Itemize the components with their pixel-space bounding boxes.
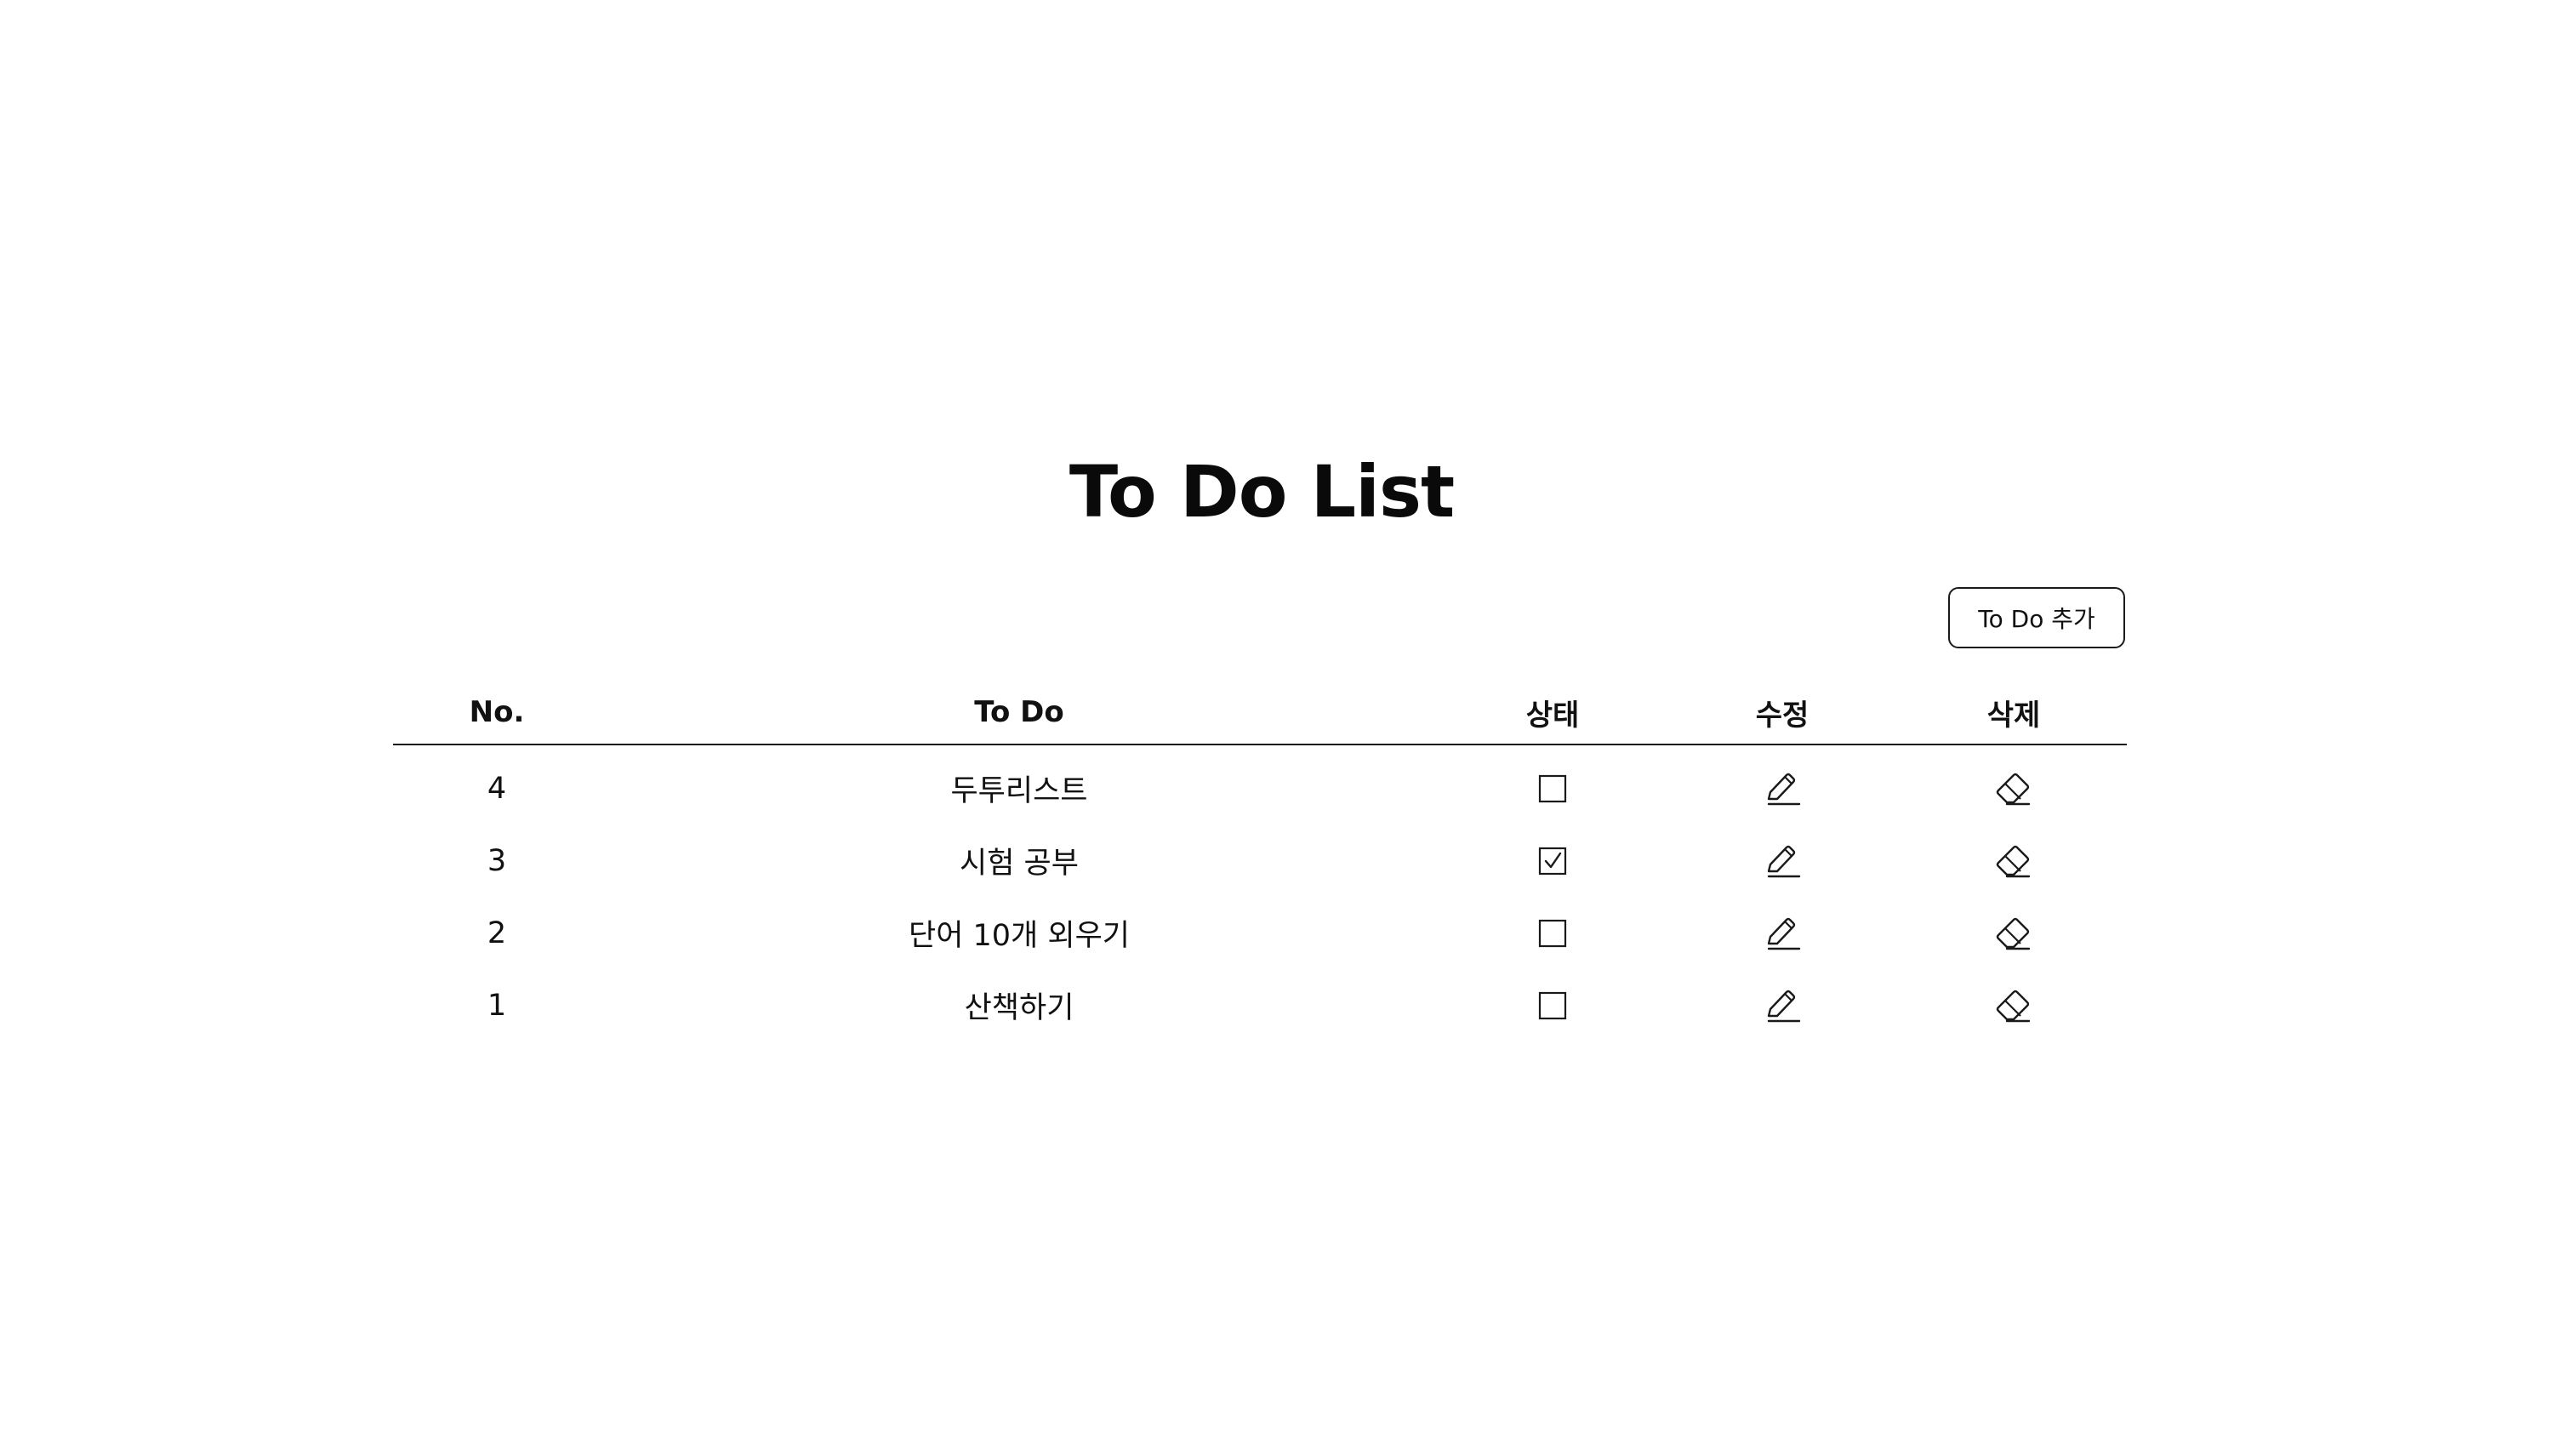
eraser-icon xyxy=(1996,990,2031,1022)
row-number: 1 xyxy=(487,988,507,1023)
column-header-no: No. xyxy=(469,695,525,729)
todo-text: 시험 공부 xyxy=(960,847,1079,881)
status-checkbox[interactable] xyxy=(1529,765,1576,813)
delete-cell xyxy=(1946,752,2082,824)
table-row: 1 산책하기 xyxy=(393,969,2127,1041)
status-cell xyxy=(1485,824,1621,897)
pencil-icon xyxy=(1767,773,1801,805)
edit-cell xyxy=(1714,824,1850,897)
delete-button[interactable] xyxy=(1990,837,2037,885)
status-cell xyxy=(1485,752,1621,824)
edit-cell xyxy=(1714,752,1850,824)
todo-page: To Do List To Do 추가 No. To Do 상태 수정 삭제 4… xyxy=(0,0,2576,1449)
todo-text: 두투리스트 xyxy=(950,774,1088,808)
edit-cell xyxy=(1714,897,1850,969)
column-header-todo: To Do xyxy=(974,695,1064,729)
column-header-edit: 수정 xyxy=(1755,698,1809,733)
delete-button[interactable] xyxy=(1990,765,2037,813)
add-todo-button[interactable]: To Do 추가 xyxy=(1948,587,2125,648)
delete-button[interactable] xyxy=(1990,910,2037,957)
status-checkbox[interactable] xyxy=(1529,910,1576,957)
table-body: 4 두투리스트 3 시험 공부 2 단어 10개 외우기 1 산책하기 xyxy=(393,745,2127,1041)
status-cell xyxy=(1485,897,1621,969)
row-number: 3 xyxy=(487,843,507,878)
checkbox-icon xyxy=(1538,991,1567,1019)
pencil-icon xyxy=(1767,845,1801,877)
todo-text: 단어 10개 외우기 xyxy=(909,919,1130,953)
eraser-icon xyxy=(1996,773,2031,805)
eraser-icon xyxy=(1996,917,2031,950)
edit-button[interactable] xyxy=(1758,910,1806,957)
page-title: To Do List xyxy=(1069,450,1455,533)
column-header-delete: 삭제 xyxy=(1986,698,2041,733)
table-header: No. To Do 상태 수정 삭제 xyxy=(393,681,2127,745)
delete-cell xyxy=(1946,824,2082,897)
status-checkbox[interactable] xyxy=(1529,837,1576,885)
status-checkbox[interactable] xyxy=(1529,982,1576,1030)
delete-cell xyxy=(1946,969,2082,1041)
delete-button[interactable] xyxy=(1990,982,2037,1030)
edit-button[interactable] xyxy=(1758,982,1806,1030)
row-number: 4 xyxy=(487,771,507,806)
pencil-icon xyxy=(1767,990,1801,1022)
checkbox-icon xyxy=(1538,774,1567,802)
edit-button[interactable] xyxy=(1758,837,1806,885)
pencil-icon xyxy=(1767,917,1801,950)
delete-cell xyxy=(1946,897,2082,969)
table-row: 4 두투리스트 xyxy=(393,752,2127,824)
todo-text: 산책하기 xyxy=(964,991,1074,1025)
checkbox-icon xyxy=(1538,847,1567,875)
edit-cell xyxy=(1714,969,1850,1041)
row-number: 2 xyxy=(487,916,507,950)
table-row: 3 시험 공부 xyxy=(393,824,2127,897)
status-cell xyxy=(1485,969,1621,1041)
column-header-status: 상태 xyxy=(1525,698,1580,733)
checkbox-icon xyxy=(1538,919,1567,947)
table-row: 2 단어 10개 외우기 xyxy=(393,897,2127,969)
todo-table: No. To Do 상태 수정 삭제 4 두투리스트 3 시험 공부 2 단어 … xyxy=(393,681,2127,1041)
eraser-icon xyxy=(1996,845,2031,877)
edit-button[interactable] xyxy=(1758,765,1806,813)
